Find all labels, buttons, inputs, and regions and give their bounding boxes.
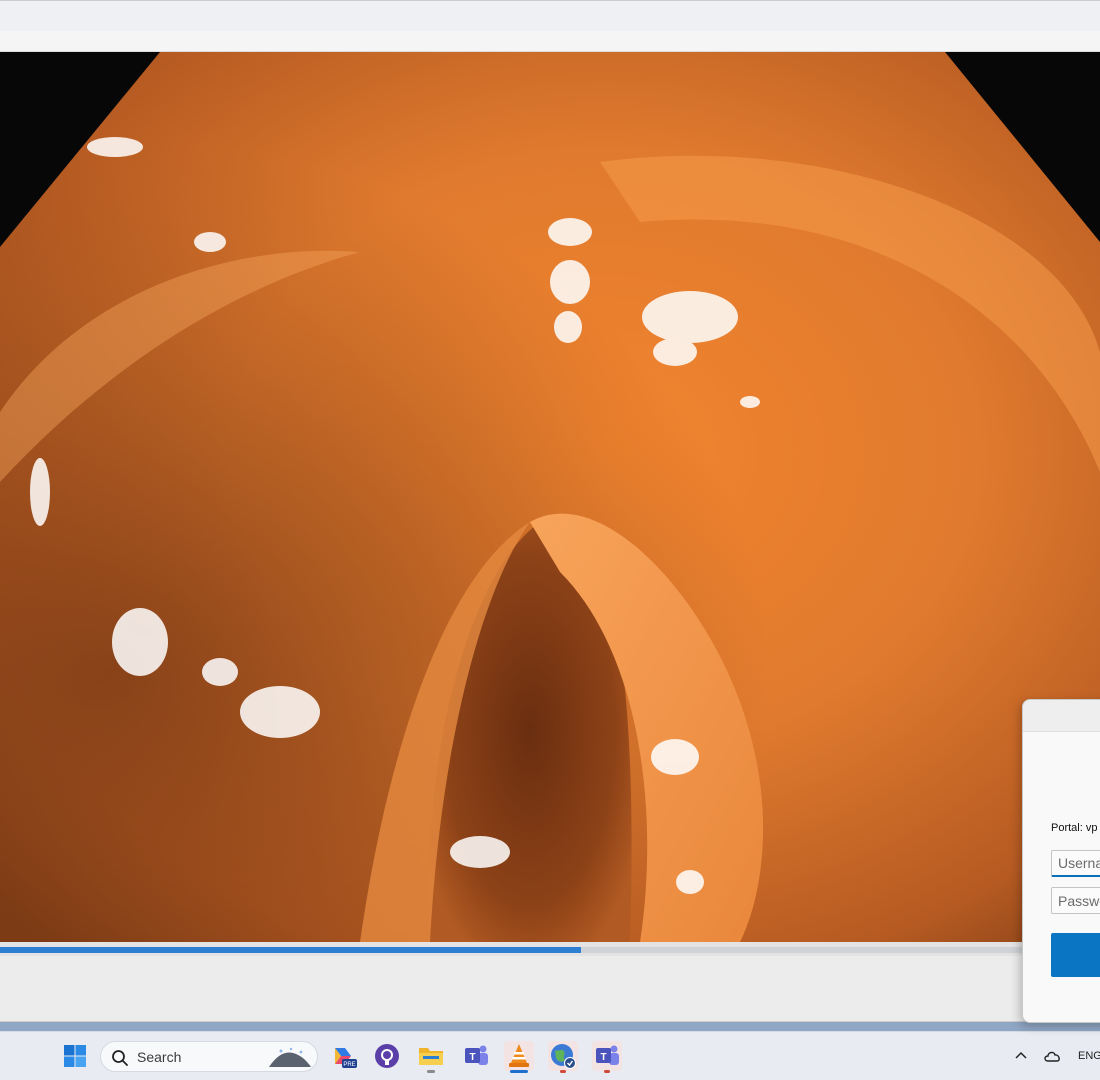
desktop-screen: Search PRE T T ENG Portal: vp Userna: [0, 0, 1100, 1080]
seek-bar[interactable]: [0, 942, 1100, 956]
connect-button[interactable]: [1051, 933, 1100, 977]
player-controls-bar: [0, 956, 1100, 1022]
svg-text:T: T: [600, 1052, 606, 1063]
search-icon: [112, 1050, 128, 1066]
search-placeholder: Search: [137, 1049, 182, 1065]
system-tray: ENG: [1012, 1031, 1100, 1080]
portal-label: Portal: vp: [1051, 822, 1098, 834]
password-input[interactable]: [1051, 887, 1100, 914]
vpn-login-dialog: Portal: vp: [1022, 699, 1100, 1023]
vlc-icon[interactable]: [504, 1041, 534, 1073]
copilot-pre-icon[interactable]: PRE: [328, 1041, 358, 1071]
notification-indicator: [560, 1070, 566, 1073]
windows-start-icon[interactable]: [60, 1041, 90, 1071]
svg-text:PRE: PRE: [343, 1062, 355, 1068]
chevron-up-icon[interactable]: [1012, 1047, 1030, 1065]
notification-indicator: [604, 1070, 610, 1073]
teams-icon[interactable]: T: [461, 1041, 491, 1071]
globe-vpn-icon[interactable]: [548, 1041, 578, 1073]
running-indicator: [427, 1070, 435, 1073]
file-explorer-icon[interactable]: [416, 1041, 446, 1073]
username-input[interactable]: [1051, 850, 1100, 877]
video-frame[interactable]: [0, 52, 1100, 942]
endoscopy-video-image: [0, 52, 1100, 942]
github-icon[interactable]: [372, 1041, 402, 1071]
desktop-background-strip: [0, 1022, 1100, 1031]
menu-bar[interactable]: [0, 31, 1100, 52]
taskbar: Search PRE T T: [0, 1031, 1100, 1080]
seek-progress-fill: [0, 947, 581, 953]
window-title-bar[interactable]: [0, 0, 1100, 31]
dialog-title-bar[interactable]: [1023, 700, 1100, 732]
search-highlight-image-icon: [269, 1047, 311, 1067]
taskbar-search-box[interactable]: Search: [100, 1041, 318, 1072]
cloud-icon[interactable]: [1042, 1047, 1064, 1065]
active-app-indicator: [510, 1070, 528, 1073]
language-indicator[interactable]: ENG: [1078, 1050, 1100, 1062]
svg-text:T: T: [469, 1052, 475, 1063]
teams-alt-icon[interactable]: T: [592, 1041, 622, 1073]
